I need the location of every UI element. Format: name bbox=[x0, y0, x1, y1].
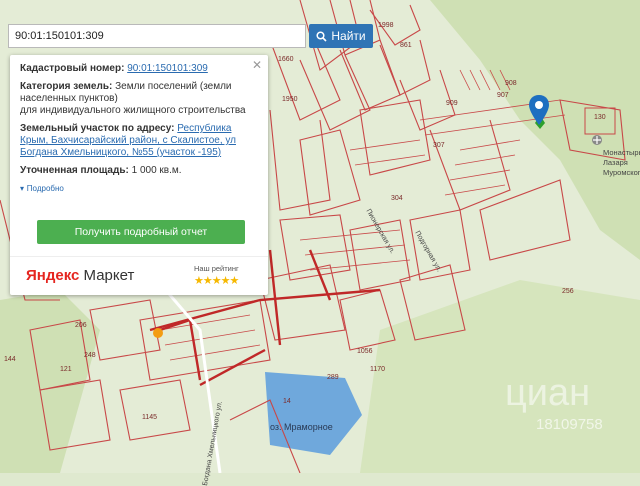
search-icon bbox=[316, 30, 327, 42]
search-button-label: Найти bbox=[331, 29, 366, 43]
map-number: 304 bbox=[391, 195, 403, 202]
map-number: 909 bbox=[446, 100, 458, 107]
map-number: 1950 bbox=[282, 96, 298, 103]
ad-banner[interactable]: Яндекс Маркет Наш рейтинг ★★★★★ bbox=[10, 256, 268, 295]
address-label: Земельный участок по адресу: bbox=[20, 123, 175, 134]
map-number: 1660 bbox=[278, 56, 294, 63]
lake-label: оз. Мраморное bbox=[270, 422, 333, 432]
get-report-button[interactable]: Получить подробный отчет bbox=[37, 220, 245, 244]
ad-brand-ya: Яндекс bbox=[26, 267, 80, 284]
map-number: 206 bbox=[75, 322, 87, 329]
cadastral-number-label: Кадастровый номер: bbox=[20, 63, 125, 74]
map-number: 144 bbox=[4, 356, 16, 363]
watermark: циан bbox=[505, 372, 591, 414]
map-number: 908 bbox=[505, 80, 517, 87]
yandex-market-logo: Яндекс Маркет bbox=[26, 267, 134, 284]
category-label: Категория земель: bbox=[20, 81, 113, 92]
search-button[interactable]: Найти bbox=[309, 24, 373, 48]
map-number: 1998 bbox=[378, 22, 394, 29]
monastery-label: Монастырь Лазаря Муромского bbox=[603, 148, 640, 177]
map-number: 907 bbox=[497, 92, 509, 99]
address-row: Земельный участок по адресу: Республика … bbox=[20, 123, 258, 159]
watermark-number: 18109758 bbox=[536, 416, 603, 433]
map-number: 1056 bbox=[357, 348, 373, 355]
map-number: 130 bbox=[594, 114, 606, 121]
location-pin-icon[interactable] bbox=[528, 94, 550, 126]
map-number: 307 bbox=[433, 142, 445, 149]
rating-label: Наш рейтинг bbox=[194, 264, 239, 273]
area-value: 1 000 кв.м. bbox=[131, 165, 182, 176]
category-row: Категория земель: Земли поселений (земли… bbox=[20, 81, 258, 117]
close-icon[interactable]: ✕ bbox=[252, 58, 262, 72]
cadastral-number-link[interactable]: 90:01:150101:309 bbox=[127, 63, 208, 74]
info-panel: ✕ Кадастровый номер: 90:01:150101:309 Ка… bbox=[10, 55, 268, 295]
rating-stars-icon: ★★★★★ bbox=[194, 275, 239, 287]
map-number: 861 bbox=[400, 42, 412, 49]
map-number: 289 bbox=[327, 374, 339, 381]
more-details-label: Подробно bbox=[26, 184, 64, 193]
map-number: 1170 bbox=[370, 366, 386, 373]
map-number: 1145 bbox=[142, 414, 158, 421]
ad-brand-market: Маркет bbox=[83, 267, 135, 284]
search-input[interactable]: 90:01:150101:309 bbox=[8, 24, 306, 48]
map-number: 248 bbox=[84, 352, 96, 359]
more-details-link[interactable]: ▾ Подробно bbox=[20, 183, 258, 194]
poi-marker-icon[interactable] bbox=[153, 328, 163, 338]
cadastral-number-row: Кадастровый номер: 90:01:150101:309 bbox=[20, 63, 258, 75]
map-number: 14 bbox=[283, 398, 291, 405]
usage-value: для индивидуального жилищного строительс… bbox=[20, 105, 246, 116]
map-number: 256 bbox=[562, 288, 574, 295]
area-label: Уточненная площадь: bbox=[20, 165, 129, 176]
area-row: Уточненная площадь: 1 000 кв.м. bbox=[20, 165, 258, 177]
map-number: 121 bbox=[60, 366, 72, 373]
chevron-down-icon: ▾ bbox=[20, 184, 25, 193]
